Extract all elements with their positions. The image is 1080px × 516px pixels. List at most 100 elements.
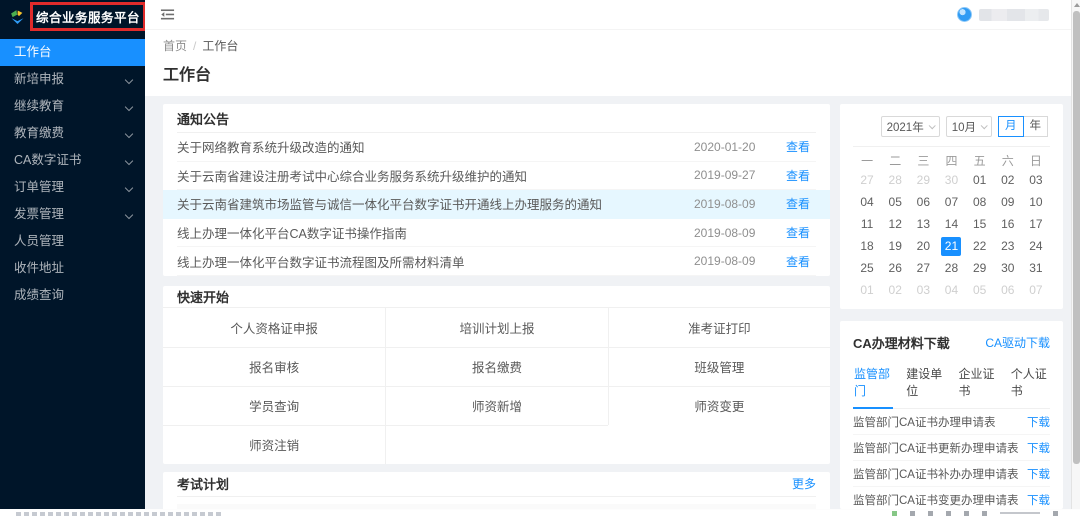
calendar-day[interactable]: 04: [937, 279, 965, 301]
notice-row[interactable]: 线上办理一体化平台CA数字证书操作指南2019-08-09查看: [177, 219, 816, 248]
ca-tab-3[interactable]: 企业证书: [958, 362, 998, 408]
sidebar-item-9[interactable]: 收件地址: [0, 255, 145, 282]
calendar-day-selected[interactable]: 21: [937, 235, 965, 257]
sidebar-item-8[interactable]: 人员管理: [0, 228, 145, 255]
calendar-day[interactable]: 31: [1022, 257, 1050, 279]
calendar-day[interactable]: 13: [909, 213, 937, 235]
sidebar-item-7[interactable]: 发票管理: [0, 201, 145, 228]
scrollbar-thumb[interactable]: [1073, 11, 1080, 464]
calendar-day[interactable]: 24: [1022, 235, 1050, 257]
breadcrumb-home[interactable]: 首页: [163, 39, 187, 53]
menu-fold-icon[interactable]: [160, 7, 176, 23]
calendar-day-number: 01: [970, 171, 990, 190]
notice-row[interactable]: 关于网络教育系统升级改造的通知2020-01-20查看: [177, 133, 816, 162]
calendar-day[interactable]: 05: [966, 279, 994, 301]
quickstart-item[interactable]: 培训计划上报: [385, 308, 607, 347]
sidebar-item-2[interactable]: 新培申报: [0, 66, 145, 93]
quickstart-item[interactable]: 师资注销: [163, 425, 385, 464]
user-avatar[interactable]: [957, 7, 972, 22]
notice-title[interactable]: 关于云南省建设注册考试中心综合业务服务系统升级维护的通知: [177, 166, 694, 185]
calendar-day[interactable]: 15: [966, 213, 994, 235]
examplan-more-link[interactable]: 更多: [792, 475, 816, 492]
notice-view-link[interactable]: 查看: [786, 224, 816, 241]
notice-title[interactable]: 关于网络教育系统升级改造的通知: [177, 137, 694, 156]
sidebar-item-5[interactable]: CA数字证书: [0, 147, 145, 174]
calendar-day[interactable]: 01: [966, 169, 994, 191]
calendar-day[interactable]: 22: [966, 235, 994, 257]
calendar-mode-year-button[interactable]: 年: [1023, 116, 1049, 137]
quickstart-item[interactable]: 师资变更: [608, 386, 830, 425]
calendar-month-select[interactable]: 10月: [946, 116, 992, 137]
calendar-day[interactable]: 01: [853, 279, 881, 301]
ca-download-link[interactable]: 下载: [1027, 440, 1050, 456]
sidebar-item-6[interactable]: 订单管理: [0, 174, 145, 201]
calendar-day[interactable]: 11: [853, 213, 881, 235]
sidebar-item-3[interactable]: 继续教育: [0, 93, 145, 120]
calendar-day[interactable]: 18: [853, 235, 881, 257]
calendar-day[interactable]: 06: [909, 191, 937, 213]
calendar-day[interactable]: 19: [881, 235, 909, 257]
quickstart-item[interactable]: 学员查询: [163, 386, 385, 425]
quickstart-item[interactable]: 个人资格证申报: [163, 308, 385, 347]
calendar-day[interactable]: 04: [853, 191, 881, 213]
sidebar-item-10[interactable]: 成绩查询: [0, 282, 145, 309]
calendar-day[interactable]: 28: [937, 257, 965, 279]
ca-download-link[interactable]: 下载: [1027, 466, 1050, 482]
calendar-day[interactable]: 03: [1022, 169, 1050, 191]
calendar-day[interactable]: 05: [881, 191, 909, 213]
sidebar-item-4[interactable]: 教育缴费: [0, 120, 145, 147]
calendar-day[interactable]: 07: [937, 191, 965, 213]
quickstart-item[interactable]: 报名审核: [163, 347, 385, 386]
calendar-day[interactable]: 29: [909, 169, 937, 191]
notice-view-link[interactable]: 查看: [786, 253, 816, 270]
quickstart-item[interactable]: 报名缴费: [385, 347, 607, 386]
ca-driver-download-link[interactable]: CA驱动下载: [985, 334, 1050, 351]
calendar-day[interactable]: 23: [994, 235, 1022, 257]
vertical-scrollbar[interactable]: [1071, 0, 1080, 509]
notice-title[interactable]: 关于云南省建筑市场监管与诚信一体化平台数字证书开通线上办理服务的通知: [177, 194, 694, 213]
notice-row[interactable]: 关于云南省建筑市场监管与诚信一体化平台数字证书开通线上办理服务的通知2019-0…: [163, 190, 830, 219]
calendar-day[interactable]: 30: [937, 169, 965, 191]
calendar-day[interactable]: 06: [994, 279, 1022, 301]
calendar-day[interactable]: 07: [1022, 279, 1050, 301]
calendar-day[interactable]: 10: [1022, 191, 1050, 213]
calendar-mode-month-button[interactable]: 月: [998, 116, 1024, 137]
quickstart-item[interactable]: 准考证打印: [608, 308, 830, 347]
calendar-day[interactable]: 03: [909, 279, 937, 301]
calendar-day[interactable]: 20: [909, 235, 937, 257]
scrollbar-up-arrow-icon[interactable]: [1074, 3, 1080, 7]
calendar-day[interactable]: 26: [881, 257, 909, 279]
calendar-day[interactable]: 25: [853, 257, 881, 279]
notice-row[interactable]: 线上办理一体化平台数字证书流程图及所需材料清单2019-08-09查看: [177, 247, 816, 276]
calendar-day[interactable]: 09: [994, 191, 1022, 213]
calendar-day[interactable]: 14: [937, 213, 965, 235]
calendar-day[interactable]: 30: [994, 257, 1022, 279]
calendar-day[interactable]: 02: [994, 169, 1022, 191]
ca-tab-4[interactable]: 个人证书: [1010, 362, 1050, 408]
calendar-day[interactable]: 28: [881, 169, 909, 191]
ca-download-link[interactable]: 下载: [1027, 414, 1050, 430]
calendar-day[interactable]: 12: [881, 213, 909, 235]
notice-view-link[interactable]: 查看: [786, 138, 816, 155]
sidebar-item-1[interactable]: 工作台: [0, 39, 145, 66]
user-menu[interactable]: [957, 7, 1049, 22]
calendar-year-select[interactable]: 2021年: [881, 116, 940, 137]
calendar-day[interactable]: 27: [909, 257, 937, 279]
calendar-day[interactable]: 27: [853, 169, 881, 191]
quickstart-item[interactable]: 班级管理: [608, 347, 830, 386]
calendar-day[interactable]: 16: [994, 213, 1022, 235]
quickstart-item[interactable]: 师资新增: [385, 386, 607, 425]
calendar-day[interactable]: 29: [966, 257, 994, 279]
notice-title[interactable]: 线上办理一体化平台数字证书流程图及所需材料清单: [177, 252, 694, 271]
ca-download-link[interactable]: 下载: [1027, 492, 1050, 508]
notice-view-link[interactable]: 查看: [786, 195, 816, 212]
notice-title[interactable]: 线上办理一体化平台CA数字证书操作指南: [177, 223, 694, 242]
notice-view-link[interactable]: 查看: [786, 167, 816, 184]
calendar-day[interactable]: 02: [881, 279, 909, 301]
notice-row[interactable]: 关于云南省建设注册考试中心综合业务服务系统升级维护的通知2019-09-27查看: [177, 162, 816, 191]
calendar-day[interactable]: 17: [1022, 213, 1050, 235]
ca-tab-2[interactable]: 建设单位: [905, 362, 945, 408]
calendar-day-number: 29: [970, 259, 990, 278]
calendar-day[interactable]: 08: [966, 191, 994, 213]
ca-tab-1[interactable]: 监管部门: [853, 362, 893, 409]
